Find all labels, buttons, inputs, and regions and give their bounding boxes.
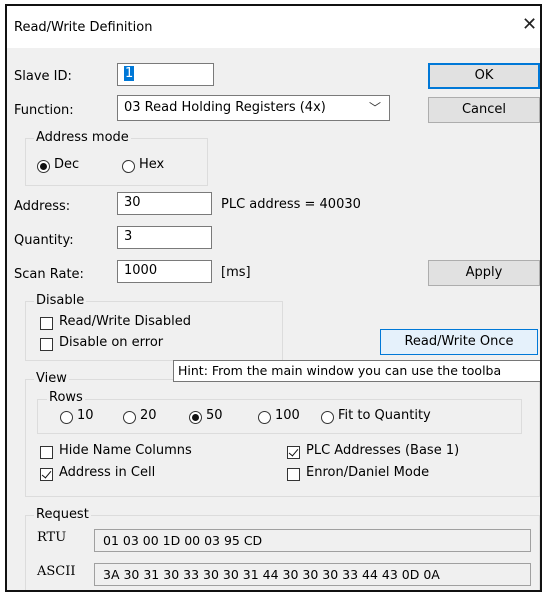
read-write-once-button[interactable]: Read/Write Once [380, 329, 538, 355]
address-mode-label: Address mode [34, 130, 131, 145]
rows-50-radio[interactable] [189, 411, 202, 424]
rows-10-label: 10 [77, 408, 94, 423]
rows-10-radio[interactable] [60, 411, 73, 424]
address-in-cell-checkbox[interactable] [40, 468, 53, 481]
title-bar[interactable]: Read/Write Definition ✕ [7, 6, 540, 48]
view-label: View [34, 371, 69, 386]
plc-address-text: PLC address = 40030 [221, 197, 361, 212]
disable-label: Disable [34, 293, 87, 308]
read-write-disabled-checkbox[interactable] [40, 317, 53, 330]
close-icon[interactable]: ✕ [522, 16, 540, 34]
plc-addresses-label: PLC Addresses (Base 1) [306, 443, 460, 458]
address-input[interactable]: 30 [117, 192, 212, 215]
address-label: Address: [14, 199, 71, 214]
address-in-cell-label: Address in Cell [59, 465, 156, 480]
cancel-button[interactable]: Cancel [428, 97, 540, 123]
rows-fit-label: Fit to Quantity [338, 408, 431, 423]
slave-id-label: Slave ID: [14, 69, 72, 84]
ascii-field[interactable]: 3A 30 31 30 33 30 30 31 44 30 30 30 33 4… [94, 563, 531, 586]
rows-100-radio[interactable] [258, 411, 271, 424]
read-write-disabled-label: Read/Write Disabled [59, 314, 191, 329]
ascii-label: ASCII [37, 564, 76, 579]
disable-on-error-label: Disable on error [59, 335, 164, 350]
disable-group [25, 301, 283, 361]
hex-label: Hex [139, 157, 165, 172]
rows-fit-radio[interactable] [321, 411, 334, 424]
request-label: Request [34, 507, 91, 522]
scan-rate-input[interactable]: 1000 [117, 260, 212, 283]
slave-id-value: 1 [124, 66, 135, 81]
chevron-down-icon: ﹀ [368, 101, 381, 115]
hex-radio[interactable] [122, 160, 135, 173]
hide-name-columns-label: Hide Name Columns [59, 443, 192, 458]
hide-name-columns-checkbox[interactable] [40, 446, 53, 459]
rtu-label: RTU [37, 530, 67, 545]
apply-button[interactable]: Apply [428, 260, 540, 286]
rows-label: Rows [47, 390, 85, 405]
dec-radio[interactable] [37, 160, 50, 173]
rows-100-label: 100 [275, 408, 300, 423]
quantity-label: Quantity: [14, 233, 74, 248]
hint-tooltip: Hint: From the main window you can use t… [173, 360, 540, 382]
address-mode-group [25, 138, 208, 186]
rtu-field[interactable]: 01 03 00 1D 00 03 95 CD [94, 529, 531, 552]
enron-daniel-label: Enron/Daniel Mode [306, 465, 430, 480]
plc-addresses-checkbox[interactable] [287, 446, 300, 459]
window-title: Read/Write Definition [14, 20, 153, 35]
scan-rate-unit: [ms] [221, 265, 251, 280]
disable-on-error-checkbox[interactable] [40, 338, 53, 351]
quantity-input[interactable]: 3 [117, 226, 212, 249]
ok-button[interactable]: OK [428, 63, 540, 89]
enron-daniel-checkbox[interactable] [287, 468, 300, 481]
function-value: 03 Read Holding Registers (4x) [124, 100, 326, 115]
slave-id-input[interactable]: 1 [117, 63, 214, 86]
function-select[interactable]: 03 Read Holding Registers (4x) ﹀ [117, 95, 390, 121]
dialog-window: Read/Write Definition ✕ Slave ID: 1 OK F… [5, 4, 542, 592]
rows-20-radio[interactable] [123, 411, 136, 424]
function-label: Function: [14, 103, 74, 118]
rows-50-label: 50 [206, 408, 223, 423]
rows-20-label: 20 [140, 408, 157, 423]
dec-label: Dec [54, 157, 80, 172]
scan-rate-label: Scan Rate: [14, 267, 84, 282]
